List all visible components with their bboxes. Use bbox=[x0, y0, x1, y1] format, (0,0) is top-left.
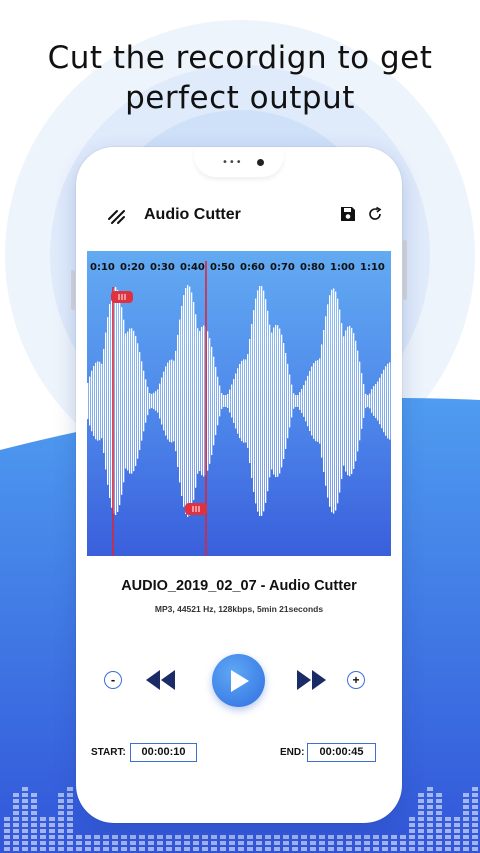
camera bbox=[257, 159, 264, 166]
play-icon bbox=[231, 670, 249, 692]
phone-side-button bbox=[403, 240, 407, 300]
track-info: MP3, 44521 Hz, 128kbps, 5min 21seconds bbox=[154, 604, 324, 614]
menu-icon[interactable] bbox=[107, 207, 127, 225]
timeline-tick: 0:40 bbox=[180, 262, 205, 273]
fast-forward-icon[interactable] bbox=[296, 670, 326, 690]
headline: Cut the recordign to get perfect output bbox=[0, 38, 480, 118]
end-label: END: bbox=[280, 747, 305, 758]
timeline-tick: 0:50 bbox=[210, 262, 235, 273]
timeline-tick: 0:70 bbox=[270, 262, 295, 273]
headline-line-1: Cut the recordign to get bbox=[47, 40, 433, 76]
phone-notch: ••• bbox=[194, 147, 284, 177]
headline-line-2: perfect output bbox=[125, 80, 355, 116]
start-time-field[interactable]: 00:00:10 bbox=[130, 743, 197, 762]
timeline-tick: 0:80 bbox=[300, 262, 325, 273]
timeline-tick: 0:10 bbox=[90, 262, 115, 273]
timeline-tick: 0:30 bbox=[150, 262, 175, 273]
app-title: Audio Cutter bbox=[144, 206, 241, 223]
speaker-dots: ••• bbox=[222, 157, 243, 168]
start-label: START: bbox=[91, 747, 126, 758]
play-button[interactable] bbox=[212, 654, 265, 707]
timeline-tick: 0:60 bbox=[240, 262, 265, 273]
track-name: AUDIO_2019_02_07 - Audio Cutter bbox=[121, 578, 357, 594]
refresh-icon[interactable] bbox=[367, 206, 383, 222]
timeline-tick: 0:20 bbox=[120, 262, 145, 273]
end-marker-handle[interactable] bbox=[185, 503, 207, 515]
zoom-in-label: + bbox=[352, 673, 360, 687]
timeline-tick: 1:00 bbox=[330, 262, 355, 273]
zoom-in-button[interactable]: + bbox=[347, 671, 365, 689]
rewind-icon[interactable] bbox=[146, 670, 176, 690]
zoom-out-label: - bbox=[110, 672, 116, 687]
timeline-tick: 1:10 bbox=[360, 262, 385, 273]
save-icon[interactable] bbox=[340, 206, 356, 222]
start-marker-handle[interactable] bbox=[111, 291, 133, 303]
phone-side-button bbox=[71, 270, 75, 310]
end-time-field[interactable]: 00:00:45 bbox=[307, 743, 376, 762]
zoom-out-button[interactable]: - bbox=[104, 671, 122, 689]
